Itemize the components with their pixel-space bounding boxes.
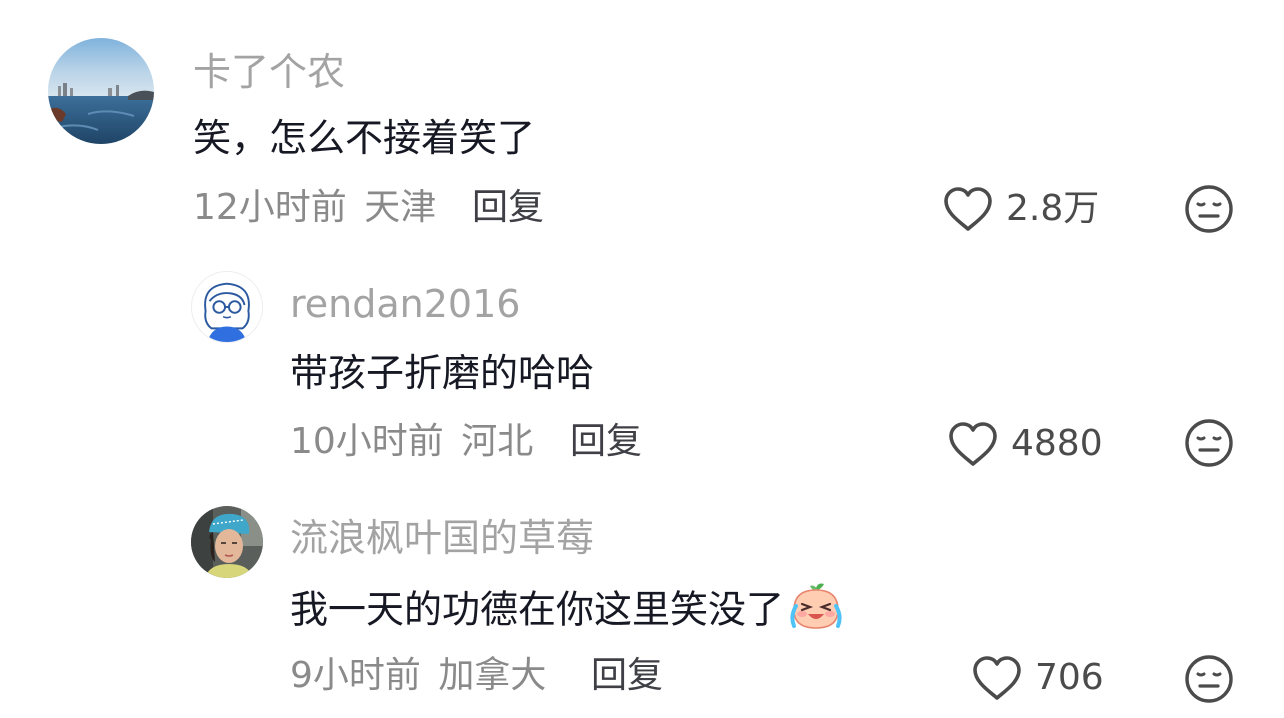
woman-photo-image (191, 506, 263, 578)
like-count: 2.8万 (1006, 188, 1100, 229)
reply-button[interactable]: 回复 (472, 186, 544, 230)
comment-text-body: 我一天的功德在你这里笑没了 (290, 587, 785, 632)
seascape-image (48, 38, 154, 144)
like-button[interactable]: 4880 (947, 420, 1117, 470)
comment-time: 12小时前 (193, 187, 347, 228)
comment-username[interactable]: rendan2016 (290, 282, 520, 326)
heart-outline-icon (944, 187, 992, 231)
peach-emoji-icon (790, 583, 842, 629)
reply-button[interactable]: 回复 (570, 420, 642, 464)
comment-username[interactable]: 流浪枫叶国的草莓 (290, 516, 594, 560)
heart-outline-icon (973, 656, 1021, 700)
comment-meta: 10小时前 河北 (290, 420, 533, 464)
comment-list: 卡了个农 笑，怎么不接着笑了 12小时前 天津 回复 2.8万 rendan20… (0, 0, 1284, 718)
comment-text: 我一天的功德在你这里笑没了 (290, 582, 844, 642)
comment-location: 加拿大 (438, 655, 547, 696)
cartoon-girl-image (204, 282, 250, 342)
neutral-face-icon (1185, 419, 1233, 467)
like-button[interactable]: 2.8万 (942, 185, 1112, 235)
comment-item: 卡了个农 笑，怎么不接着笑了 12小时前 天津 回复 2.8万 (0, 0, 1284, 250)
like-count: 706 (1035, 657, 1104, 698)
neutral-face-icon (1185, 185, 1233, 233)
like-button[interactable]: 706 (971, 654, 1121, 704)
avatar-cartoon-girl[interactable] (191, 271, 263, 343)
comment-meta: 9小时前 加拿大 (290, 654, 546, 698)
comment-time: 9小时前 (290, 655, 421, 696)
heart-outline-icon (949, 422, 997, 466)
avatar-photo-woman[interactable] (191, 506, 263, 578)
avatar-seascape[interactable] (48, 38, 154, 144)
comment-meta: 12小时前 天津 (193, 186, 436, 230)
comment-text: 带孩子折磨的哈哈 (290, 351, 595, 395)
dislike-button[interactable] (1184, 654, 1234, 704)
dislike-button[interactable] (1184, 418, 1234, 468)
comment-text: 笑，怎么不接着笑了 (193, 116, 536, 160)
comment-time: 10小时前 (290, 421, 444, 462)
reply-button[interactable]: 回复 (591, 654, 663, 698)
neutral-face-icon (1185, 655, 1233, 703)
crying-laughing-peach-emoji (788, 582, 844, 642)
comment-username[interactable]: 卡了个农 (193, 50, 345, 94)
like-count: 4880 (1011, 423, 1103, 464)
comment-item: rendan2016 带孩子折磨的哈哈 10小时前 河北 回复 4880 (0, 250, 1284, 482)
comment-location: 天津 (364, 187, 437, 228)
comment-item: 流浪枫叶国的草莓 我一天的功德在你这里笑没了 9小时前 加拿大 回复 706 (0, 482, 1284, 718)
dislike-button[interactable] (1184, 184, 1234, 234)
comment-location: 河北 (461, 421, 534, 462)
